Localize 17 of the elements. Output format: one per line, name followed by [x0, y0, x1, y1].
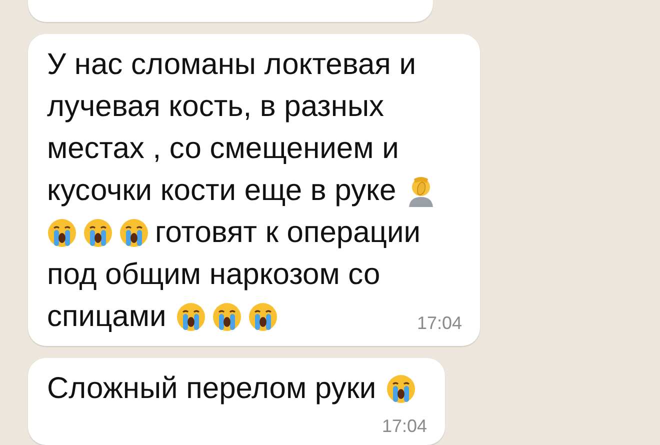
message-time: 17:04	[382, 416, 427, 437]
message-text: готовят к операции	[155, 216, 420, 250]
message-text: спицами	[47, 300, 166, 334]
message-text: кусочки кости еще в руке	[47, 174, 396, 208]
crying-face-icon	[47, 218, 77, 248]
message-time: 17:04	[416, 313, 462, 334]
message-text: У нас сломаны локтевая и	[47, 48, 416, 82]
message-text: лучевая кость, в разных	[47, 90, 384, 124]
crying-face-icon	[212, 302, 242, 332]
crying-face-icon	[119, 218, 149, 248]
crying-face-icon	[176, 302, 206, 332]
crying-face-icon	[248, 302, 278, 332]
crying-face-icon	[386, 374, 416, 404]
message-text: местах , со смещением и	[47, 132, 399, 166]
crying-face-icon	[83, 218, 113, 248]
message-text: под общим наркозом со	[47, 258, 380, 292]
message-text: Сложный перелом руки	[47, 372, 376, 406]
